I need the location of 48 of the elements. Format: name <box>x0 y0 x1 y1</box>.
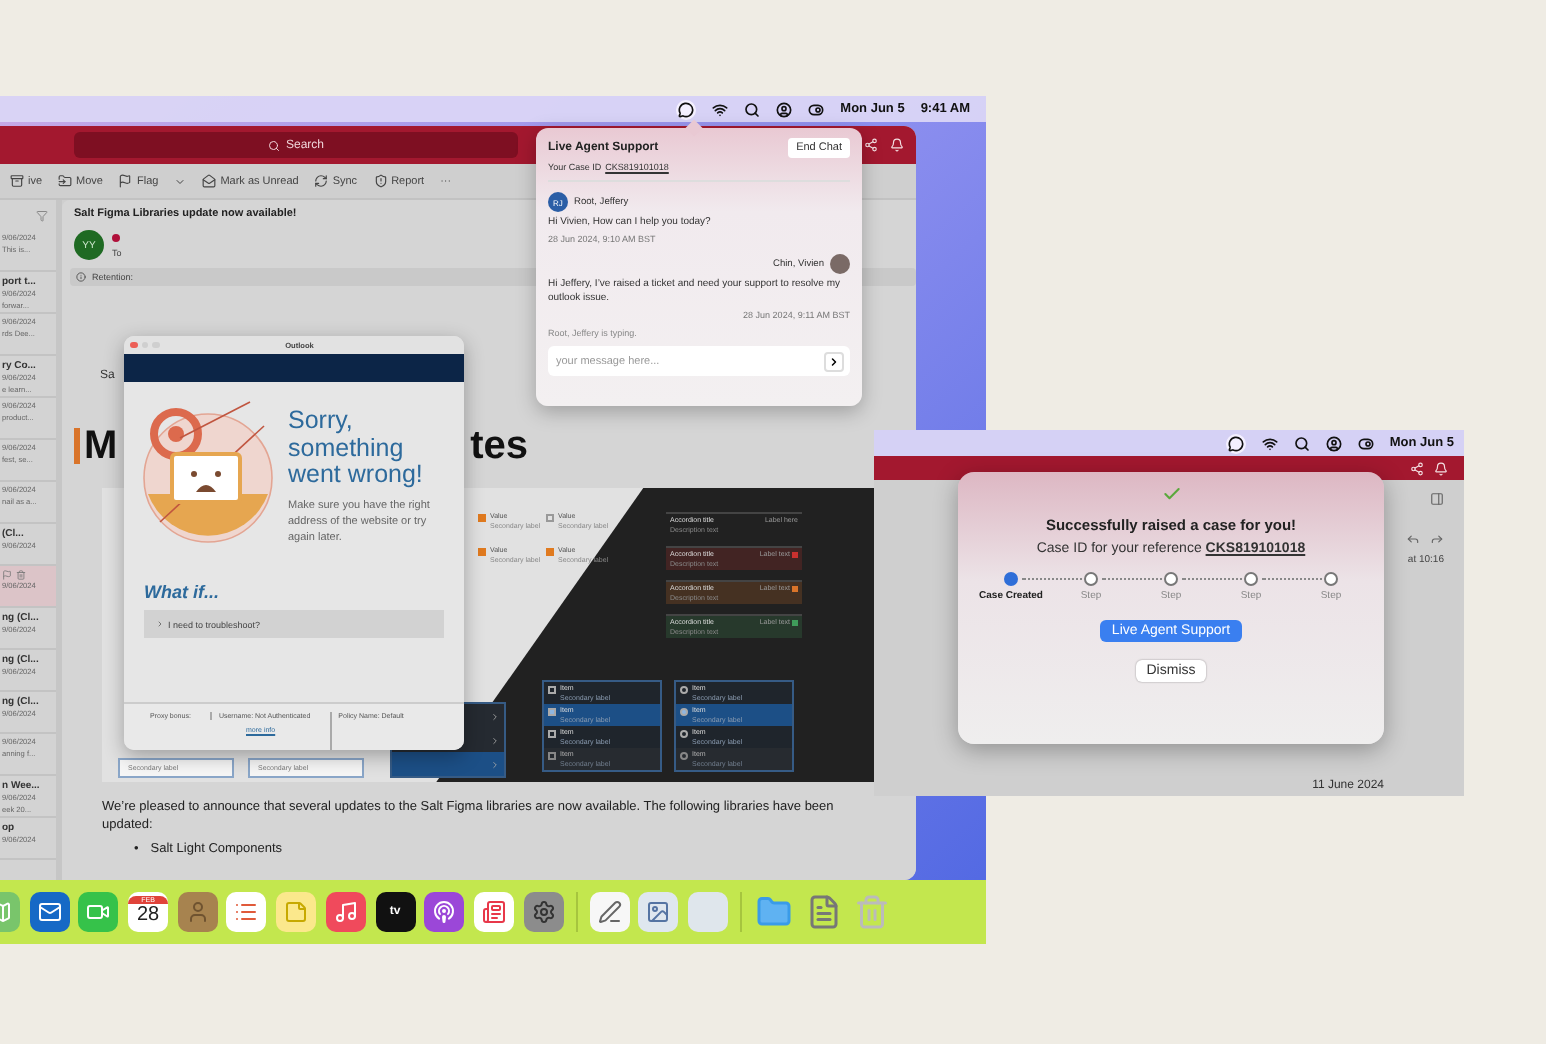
archive-icon <box>10 174 24 188</box>
bell-icon[interactable] <box>1434 461 1448 475</box>
user-icon[interactable] <box>1325 435 1342 451</box>
share-icon[interactable] <box>1410 461 1424 475</box>
avatar-photo-placeholder <box>830 254 850 274</box>
folder-move-icon <box>58 174 73 188</box>
wifi-icon[interactable] <box>1261 435 1278 451</box>
checkmark-icon <box>1161 484 1181 504</box>
chat-bubble-icon[interactable] <box>676 99 697 119</box>
chevron-icon <box>490 711 500 721</box>
chevron-icon <box>490 735 500 745</box>
news-app-icon[interactable] <box>473 892 514 932</box>
flag-icon <box>118 174 133 188</box>
forward-icon[interactable] <box>1430 532 1444 546</box>
mail-app-icon[interactable] <box>29 892 70 932</box>
search-icon[interactable] <box>744 101 761 117</box>
pen-document-app-icon[interactable] <box>589 892 630 932</box>
email-heading-end: tes <box>470 423 528 469</box>
chevron-icon <box>828 355 840 367</box>
music-note-app-icon[interactable] <box>325 892 366 932</box>
shield-icon <box>373 174 388 188</box>
wifi-icon[interactable] <box>712 101 729 117</box>
user-icon[interactable] <box>776 101 793 117</box>
heading-accent-bar <box>74 428 80 464</box>
search-icon <box>267 139 280 151</box>
chat-bubble-icon[interactable] <box>1225 433 1246 453</box>
close-icon[interactable] <box>130 341 137 349</box>
trash-icon[interactable] <box>16 570 26 580</box>
podcast-app-icon[interactable] <box>424 892 465 932</box>
search-icon[interactable] <box>1293 435 1310 451</box>
sync-icon <box>314 174 329 188</box>
error-heading: Sorry, something went wrong! <box>288 408 425 489</box>
gear-app-icon[interactable] <box>523 892 564 932</box>
photo-viewer-app-icon[interactable] <box>638 892 679 932</box>
toggle-icon[interactable] <box>808 101 825 117</box>
email-heading-start: M <box>84 423 118 469</box>
chevron-icon <box>490 759 500 769</box>
what-if-heading: What if... <box>144 582 221 602</box>
reply-icon[interactable] <box>1406 532 1420 546</box>
send-button[interactable] <box>824 351 844 371</box>
calendar-day: 28 <box>137 904 160 928</box>
contacts-app-icon[interactable] <box>177 892 218 932</box>
bell-icon[interactable] <box>890 138 904 152</box>
list-app-icon[interactable] <box>226 892 267 932</box>
panel-icon[interactable] <box>1430 492 1444 506</box>
share-icon[interactable] <box>864 138 878 152</box>
toggle-icon[interactable] <box>1357 435 1374 451</box>
envelope-icon <box>202 174 217 188</box>
